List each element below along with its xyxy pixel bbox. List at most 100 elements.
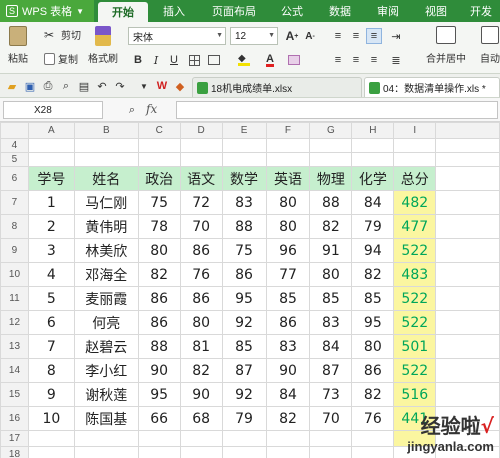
cell-politics[interactable]: 75	[137, 190, 181, 215]
cell-name[interactable]: 黄伟明	[73, 214, 139, 239]
name-box[interactable]: X28	[3, 101, 103, 119]
print-icon[interactable]: ⎙	[40, 78, 56, 94]
col-header-i[interactable]: I	[393, 122, 437, 139]
cell-physics[interactable]: 80	[309, 262, 353, 287]
indent-button[interactable]: ⇥	[388, 28, 404, 44]
cell-politics[interactable]: 86	[137, 286, 181, 311]
cell-math[interactable]: 92	[221, 310, 267, 335]
fill-color-button[interactable]: ◆	[236, 52, 252, 68]
cell-chemistry[interactable]: 82	[351, 382, 395, 407]
cell-id[interactable]: 2	[27, 214, 75, 239]
cell-math[interactable]: 87	[221, 358, 267, 383]
merge-center-button[interactable]: 合并居中	[426, 26, 466, 65]
cell-math[interactable]: 88	[221, 214, 267, 239]
cell-english[interactable]: 77	[265, 262, 311, 287]
header-cell-math[interactable]: 数学	[221, 166, 267, 191]
cell-math[interactable]: 75	[221, 238, 267, 263]
tab-data[interactable]: 数据	[318, 0, 362, 22]
save-icon[interactable]: ▣	[22, 78, 38, 94]
align-right-button[interactable]: ≡	[366, 52, 382, 68]
cell-politics[interactable]: 88	[137, 334, 181, 359]
header-cell-chinese[interactable]: 语文	[179, 166, 223, 191]
customize-chevron-icon[interactable]: ▼	[136, 78, 152, 94]
tab-developer[interactable]: 开发	[462, 0, 500, 22]
col-header-extra[interactable]	[435, 122, 500, 139]
open-folder-icon[interactable]: ▰	[4, 78, 20, 94]
cell-id[interactable]: 3	[27, 238, 75, 263]
row-header[interactable]: 6	[0, 166, 29, 191]
formula-input[interactable]	[176, 101, 498, 119]
cell-chemistry[interactable]: 79	[351, 214, 395, 239]
cell-total[interactable]: 483	[393, 262, 437, 287]
empty-cell[interactable]	[435, 214, 500, 239]
cell-total[interactable]: 522	[393, 310, 437, 335]
cell-english[interactable]: 96	[265, 238, 311, 263]
cell-chinese[interactable]: 68	[179, 406, 223, 431]
undo-icon[interactable]: ↶	[94, 78, 110, 94]
cell-chinese[interactable]: 82	[179, 358, 223, 383]
col-header-a[interactable]: A	[27, 122, 75, 139]
col-header-e[interactable]: E	[221, 122, 267, 139]
col-header-g[interactable]: G	[309, 122, 353, 139]
cell-total[interactable]: 522	[393, 358, 437, 383]
cell-physics[interactable]: 70	[309, 406, 353, 431]
cell-politics[interactable]: 66	[137, 406, 181, 431]
align-bottom-button[interactable]: ≡	[366, 28, 382, 44]
col-header-d[interactable]: D	[179, 122, 223, 139]
cell-politics[interactable]: 78	[137, 214, 181, 239]
cell-total[interactable]: 482	[393, 190, 437, 215]
row-header[interactable]: 16	[0, 406, 29, 431]
empty-cell[interactable]	[435, 190, 500, 215]
zoom-icon[interactable]: ⌕	[124, 102, 140, 118]
cell-english[interactable]: 86	[265, 310, 311, 335]
cell-chinese[interactable]: 76	[179, 262, 223, 287]
row-header[interactable]: 15	[0, 382, 29, 407]
cell-physics[interactable]: 87	[309, 358, 353, 383]
row-header[interactable]: 4	[0, 138, 29, 153]
app-menu-button[interactable]: S WPS 表格 ▼	[0, 0, 94, 22]
empty-cell[interactable]	[435, 238, 500, 263]
cell-english[interactable]: 80	[265, 190, 311, 215]
empty-cell[interactable]	[435, 334, 500, 359]
doc-tab-1[interactable]: 18机电成绩单.xlsx	[192, 77, 362, 97]
cell-politics[interactable]: 90	[137, 358, 181, 383]
cell-id[interactable]: 9	[27, 382, 75, 407]
row-header[interactable]: 5	[0, 152, 29, 167]
cell-chinese[interactable]: 70	[179, 214, 223, 239]
col-header-c[interactable]: C	[137, 122, 181, 139]
clear-format-button[interactable]	[286, 52, 302, 68]
cell-physics[interactable]: 88	[309, 190, 353, 215]
font-name-select[interactable]: 宋体 ▼	[128, 27, 226, 45]
cut-button[interactable]: ✂ 剪切	[44, 27, 81, 43]
row-header[interactable]: 8	[0, 214, 29, 239]
cell-politics[interactable]: 86	[137, 310, 181, 335]
font-size-select[interactable]: 12 ▼	[230, 27, 278, 45]
cell-math[interactable]: 85	[221, 334, 267, 359]
cell-name[interactable]: 何亮	[73, 310, 139, 335]
header-cell-english[interactable]: 英语	[265, 166, 311, 191]
cell-name[interactable]: 林美欣	[73, 238, 139, 263]
row-header[interactable]: 14	[0, 358, 29, 383]
cell-politics[interactable]: 82	[137, 262, 181, 287]
empty-cell[interactable]	[435, 358, 500, 383]
redo-icon[interactable]: ↷	[112, 78, 128, 94]
cell-chinese[interactable]: 90	[179, 382, 223, 407]
auto-wrap-button[interactable]: 自动	[480, 26, 500, 65]
cell-id[interactable]: 10	[27, 406, 75, 431]
row-header[interactable]: 12	[0, 310, 29, 335]
cell-name[interactable]: 谢秋莲	[73, 382, 139, 407]
cell-chinese[interactable]: 86	[179, 286, 223, 311]
header-cell-chemistry[interactable]: 化学	[351, 166, 395, 191]
row-header[interactable]: 10	[0, 262, 29, 287]
cell-id[interactable]: 7	[27, 334, 75, 359]
tab-insert[interactable]: 插入	[152, 0, 196, 22]
cell-physics[interactable]: 91	[309, 238, 353, 263]
paste-button[interactable]: 粘贴	[8, 26, 28, 65]
cell-english[interactable]: 80	[265, 214, 311, 239]
cell-english[interactable]: 90	[265, 358, 311, 383]
row-header[interactable]: 17	[0, 430, 29, 447]
cell-math[interactable]: 95	[221, 286, 267, 311]
row-header[interactable]: 13	[0, 334, 29, 359]
row-header[interactable]: 11	[0, 286, 29, 311]
cell-id[interactable]: 6	[27, 310, 75, 335]
